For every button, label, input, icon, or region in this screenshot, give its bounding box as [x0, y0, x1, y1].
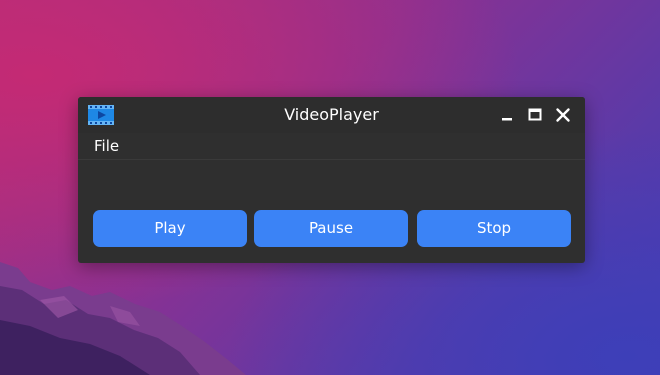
play-button[interactable]: Play [93, 210, 247, 247]
menu-item-file[interactable]: File [94, 137, 119, 155]
pause-button[interactable]: Pause [254, 210, 408, 247]
maximize-icon[interactable] [526, 106, 544, 124]
menu-bar: File [78, 133, 585, 160]
close-icon[interactable] [554, 106, 572, 124]
title-bar[interactable]: VideoPlayer [78, 97, 585, 133]
videoplayer-window: VideoPlayer File Play Pause Stop [78, 97, 585, 263]
minimize-icon[interactable] [498, 106, 516, 124]
desktop-wallpaper: VideoPlayer File Play Pause Stop [0, 0, 660, 375]
stop-button[interactable]: Stop [417, 210, 571, 247]
